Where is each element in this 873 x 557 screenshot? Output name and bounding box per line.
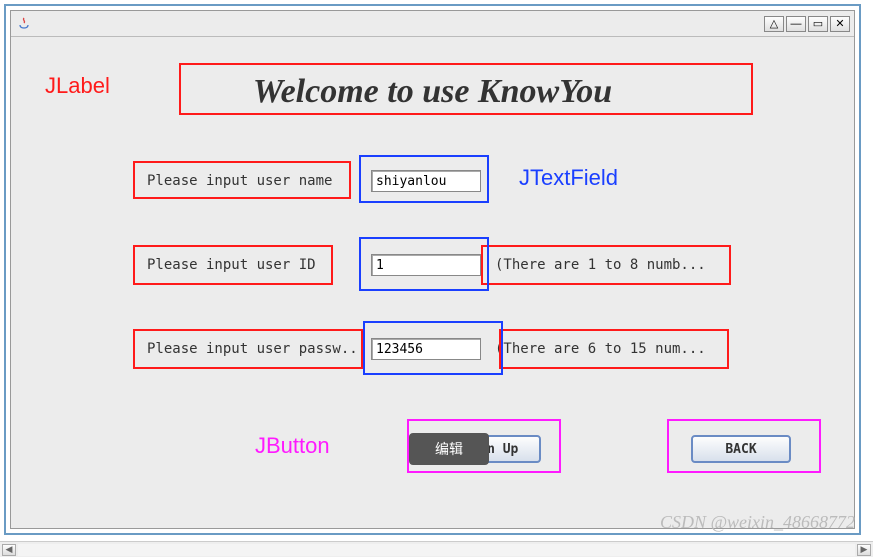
java-icon [15,15,33,33]
username-input[interactable] [371,170,481,192]
window-inner: △ — ▭ ✕ Welcome to use KnowYou Please in… [10,10,855,529]
userid-hint: (There are 1 to 8 numb... [491,252,741,278]
row-username: Please input user name [141,167,481,195]
row-userid: Please input user ID (There are 1 to 8 n… [141,251,741,279]
annot-text-jbutton: JButton [255,433,330,459]
horizontal-scrollbar[interactable]: ◀ ▶ [0,541,873,557]
annot-text-jtextfield: JTextField [519,165,618,191]
maximize-button[interactable]: ▭ [808,16,828,32]
window-controls: △ — ▭ ✕ [764,16,850,32]
scroll-left-icon[interactable]: ◀ [2,544,16,556]
back-button[interactable]: BACK [691,435,791,463]
password-label: Please input user passw... [141,335,363,363]
scroll-track[interactable] [18,544,855,556]
minimize-button[interactable]: — [786,16,806,32]
userid-input[interactable] [371,254,481,276]
window-frame: △ — ▭ ✕ Welcome to use KnowYou Please in… [4,4,861,535]
form-body: Welcome to use KnowYou Please input user… [11,37,854,528]
close-button[interactable]: ✕ [830,16,850,32]
watermark: CSDN @weixin_48668772 [660,512,855,533]
edit-overlay-button[interactable]: 编辑 [409,433,489,465]
username-label: Please input user name [141,167,363,195]
collapse-button[interactable]: △ [764,16,784,32]
password-hint: (There are 6 to 15 num... [491,336,741,362]
row-password: Please input user passw... (There are 6 … [141,335,741,363]
titlebar: △ — ▭ ✕ [11,11,854,37]
scroll-right-icon[interactable]: ▶ [857,544,871,556]
annot-text-jlabel: JLabel [45,73,110,99]
userid-label: Please input user ID [141,251,363,279]
welcome-label: Welcome to use KnowYou [253,73,612,111]
password-input[interactable] [371,338,481,360]
